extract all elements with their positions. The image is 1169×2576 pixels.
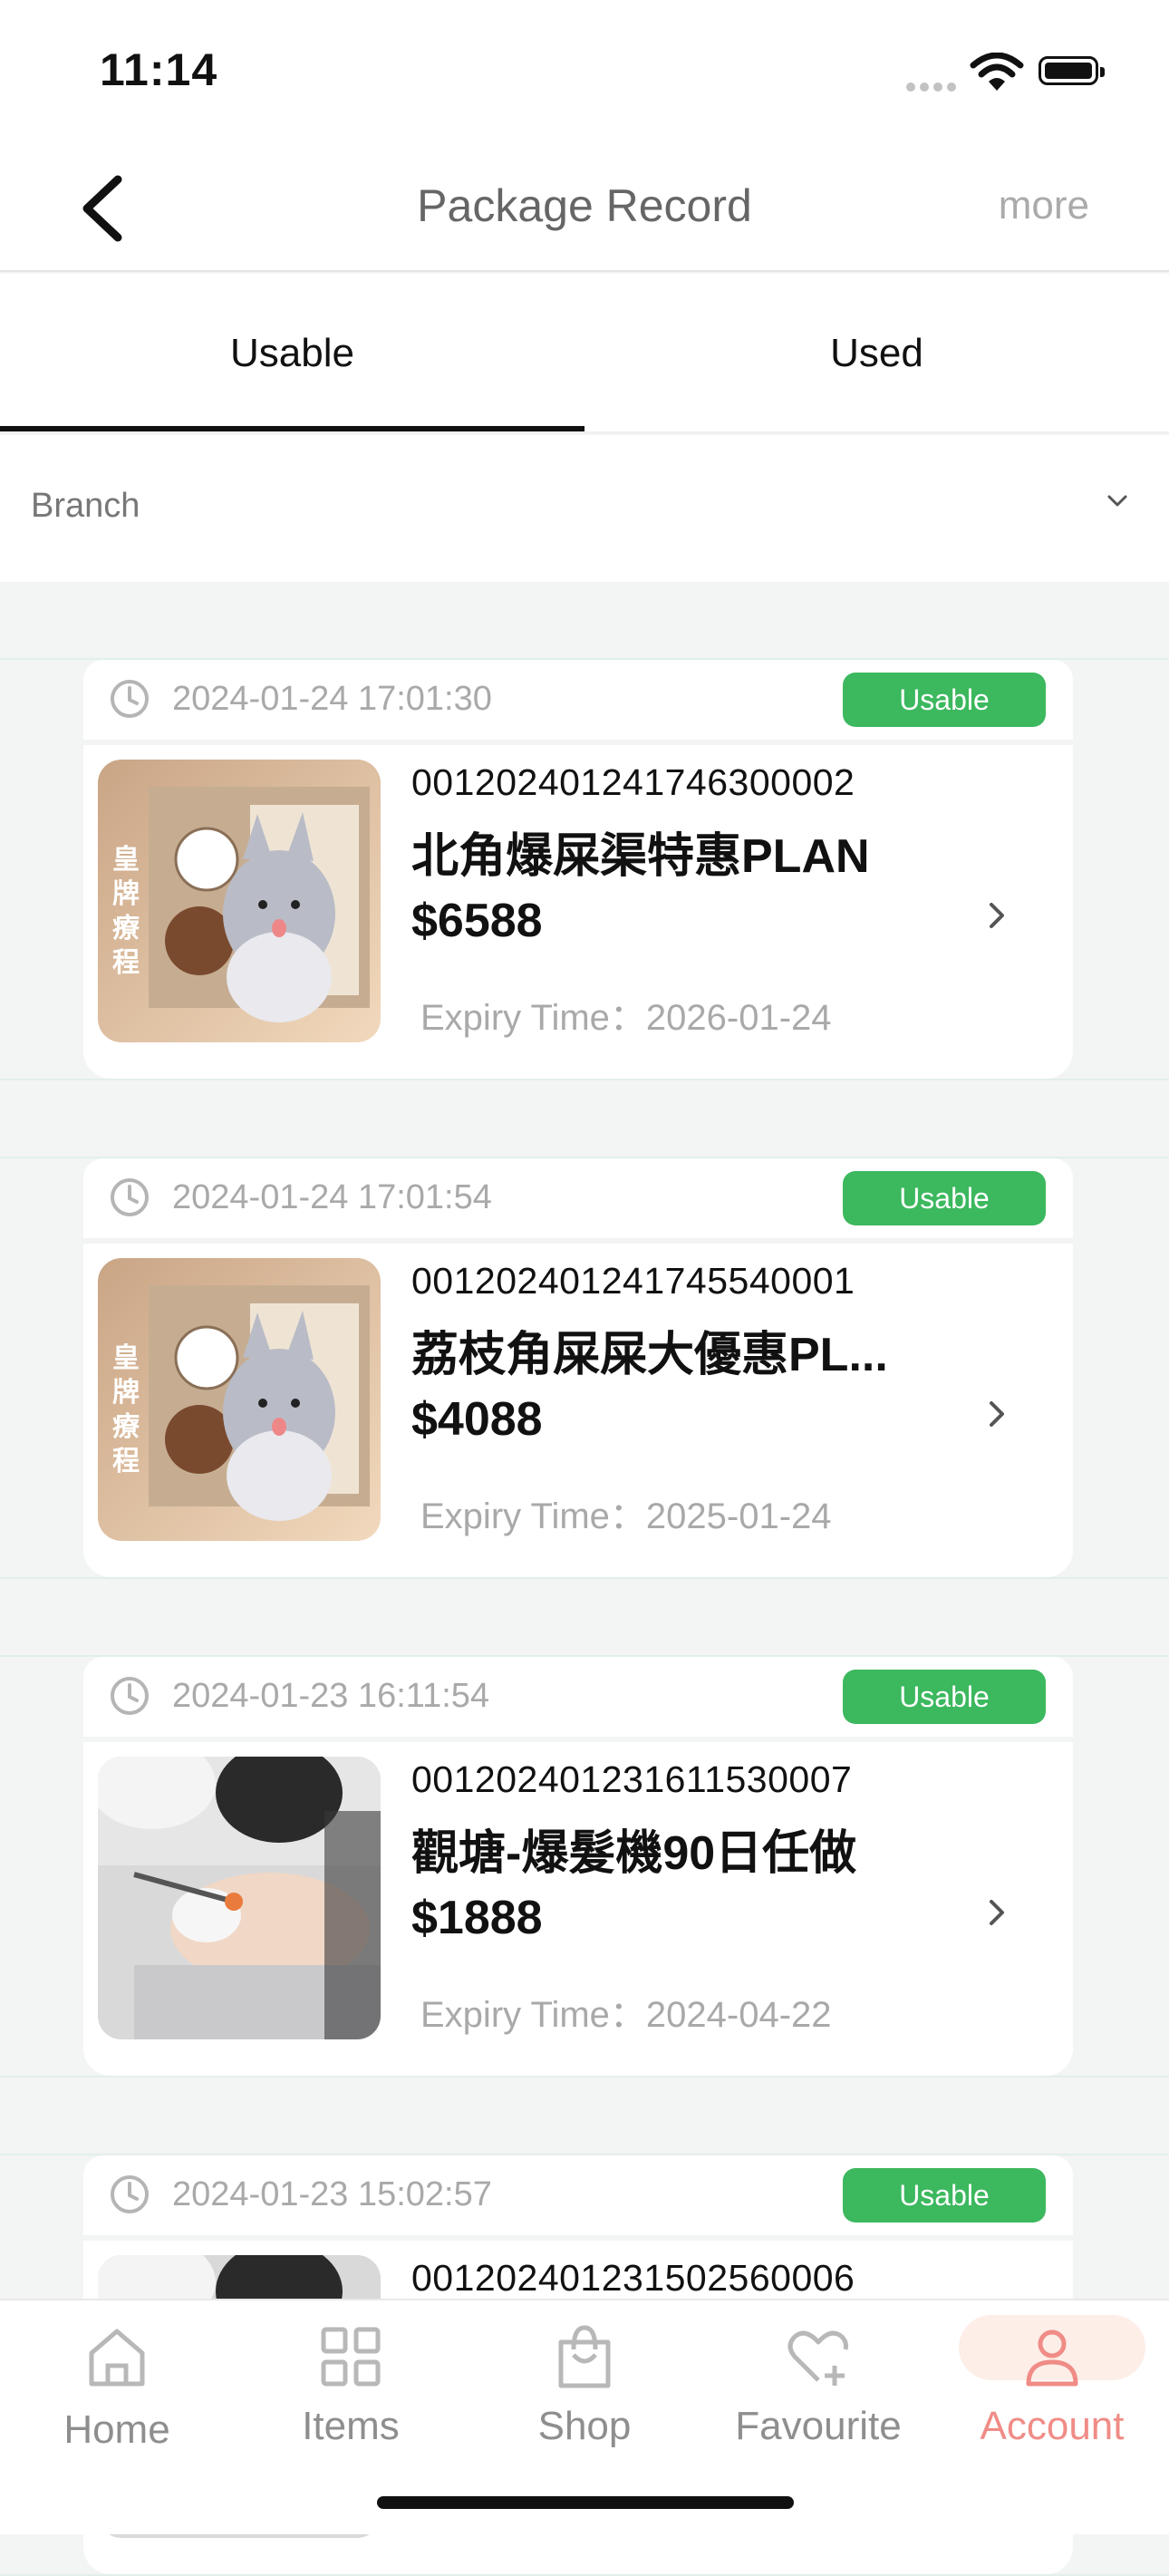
nav-bar: Package Record more	[0, 136, 1169, 272]
card-header: 2024-01-24 17:01:54 Usable	[83, 1158, 1073, 1238]
package-record-card[interactable]: 2024-01-24 17:01:30 Usable 皇牌療程 00120240…	[0, 658, 1169, 1080]
package-price: $1888	[411, 1892, 543, 1944]
nav-favourite[interactable]: Favourite	[701, 2300, 935, 2464]
status-bar: 11:14	[0, 0, 1169, 136]
nav-items-label: Items	[302, 2404, 400, 2448]
chevron-right-icon[interactable]	[982, 897, 1010, 934]
card-body: 皇牌療程 001202401241746300002 北角爆屎渠特惠PLAN $…	[83, 745, 1073, 1079]
card-header: 2024-01-23 15:02:57 Usable	[83, 2155, 1073, 2235]
nav-items[interactable]: Items	[234, 2300, 468, 2464]
card-body: 皇牌療程 001202401241745540001 荔枝角屎屎大優惠PL...…	[83, 1244, 1073, 1577]
card-header: 2024-01-24 17:01:30 Usable	[83, 660, 1073, 740]
expiry-time: Expiry Time：2024-04-22	[420, 1995, 832, 2035]
package-thumbnail	[98, 1757, 381, 2039]
home-indicator	[377, 2496, 794, 2509]
nav-shop-label: Shop	[537, 2404, 632, 2448]
package-code: 001202401231502560006	[411, 2257, 855, 2299]
grid-icon	[321, 2327, 381, 2387]
page-title: Package Record	[417, 180, 752, 231]
heart-plus-icon	[787, 2330, 848, 2386]
expiry-time: Expiry Time：2025-01-24	[420, 1496, 832, 1536]
clock-icon	[111, 1178, 149, 1216]
package-price: $6588	[411, 895, 543, 947]
clock-icon	[111, 680, 149, 718]
created-time: 2024-01-24 17:01:30	[172, 680, 492, 718]
expiry-time: Expiry Time：2026-01-24	[420, 998, 832, 1038]
branch-filter[interactable]: Branch	[0, 435, 1169, 582]
status-time: 11:14	[100, 44, 218, 95]
package-record-card[interactable]: 2024-01-24 17:01:54 Usable 皇牌療程 00120240…	[0, 1157, 1169, 1579]
chevron-right-icon[interactable]	[982, 1894, 1010, 1931]
status-badge: Usable	[843, 1171, 1046, 1225]
status-badge: Usable	[843, 673, 1046, 727]
nav-shop[interactable]: Shop	[468, 2300, 701, 2464]
created-time: 2024-01-23 15:02:57	[172, 2175, 492, 2213]
tab-bar: Usable Used	[0, 274, 1169, 433]
active-tab-indicator	[0, 426, 584, 431]
more-button[interactable]: more	[999, 183, 1089, 228]
card-body: 001202401231611530007 觀塘-爆髮機90日任做 $1888 …	[83, 1742, 1073, 2076]
package-name: 觀塘-爆髮機90日任做	[411, 1827, 857, 1880]
created-time: 2024-01-24 17:01:54	[172, 1178, 492, 1216]
cellular-signal-icon	[906, 80, 961, 96]
shopping-bag-icon	[558, 2325, 611, 2388]
home-icon	[89, 2329, 145, 2387]
package-name: 北角爆屎渠特惠PLAN	[411, 830, 870, 883]
clock-icon	[111, 1677, 149, 1715]
nav-account-label: Account	[980, 2404, 1125, 2448]
package-code: 001202401231611530007	[411, 1758, 853, 1800]
tab-used[interactable]: Used	[584, 274, 1169, 433]
nav-account[interactable]: Account	[935, 2300, 1169, 2464]
tab-usable[interactable]: Usable	[0, 274, 584, 433]
created-time: 2024-01-23 16:11:54	[172, 1677, 490, 1715]
nav-favourite-label: Favourite	[735, 2404, 902, 2448]
status-badge: Usable	[843, 2168, 1046, 2223]
package-code: 001202401241745540001	[411, 1260, 855, 1302]
nav-home-label: Home	[63, 2407, 170, 2452]
branch-filter-label: Branch	[31, 487, 140, 525]
chevron-right-icon[interactable]	[982, 1396, 1010, 1432]
clock-icon	[111, 2175, 149, 2213]
package-price: $4088	[411, 1393, 543, 1446]
wifi-icon	[970, 53, 1024, 91]
user-icon	[1026, 2329, 1078, 2387]
package-code: 001202401241746300002	[411, 761, 855, 803]
package-thumbnail: 皇牌療程	[98, 1258, 381, 1541]
package-record-card[interactable]: 2024-01-23 16:11:54 Usable 0012024012316…	[0, 1655, 1169, 2077]
battery-icon	[1039, 56, 1105, 85]
nav-home[interactable]: Home	[0, 2300, 234, 2464]
status-badge: Usable	[843, 1670, 1046, 1724]
card-header: 2024-01-23 16:11:54 Usable	[83, 1657, 1073, 1737]
package-thumbnail: 皇牌療程	[98, 760, 381, 1042]
package-name: 荔枝角屎屎大優惠PL...	[411, 1329, 888, 1381]
chevron-down-icon	[1107, 495, 1127, 507]
